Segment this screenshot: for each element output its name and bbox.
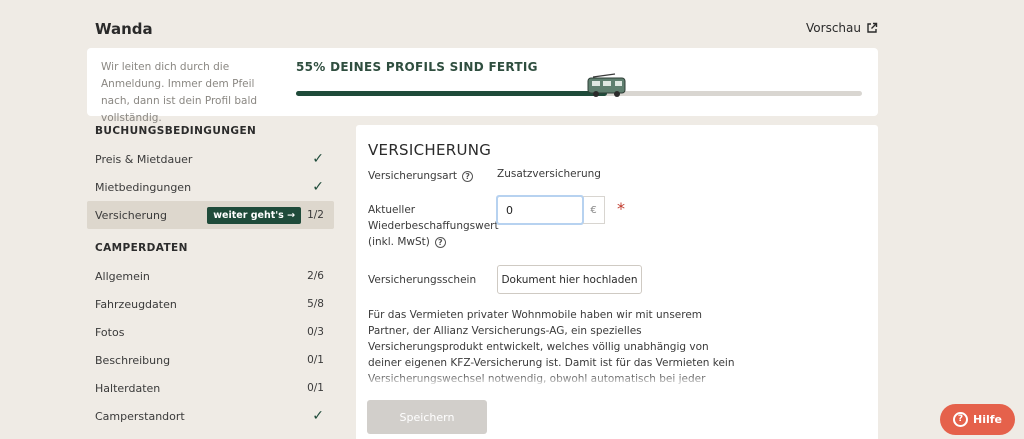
preview-label: Vorschau (806, 21, 861, 35)
save-button[interactable]: Speichern (367, 400, 487, 434)
help-icon: ? (953, 412, 968, 427)
sidebar-item-label: Versicherung (95, 208, 167, 222)
sidebar-item-halterdaten[interactable]: Halterdaten 0/1 (87, 374, 334, 402)
sidebar-item-status: 5/8 (307, 298, 324, 310)
sidebar-item-label: Fahrzeugdaten (95, 297, 177, 311)
help-label: Hilfe (973, 413, 1002, 426)
progress-count: 2/6 (307, 270, 324, 282)
sidebar-item-status: ✓ (312, 409, 324, 423)
help-button[interactable]: ? Hilfe (940, 404, 1015, 435)
progress-count: 0/3 (307, 326, 324, 338)
sidebar-item-status: 0/1 (307, 354, 324, 366)
sidebar-item-fahrzeugdaten[interactable]: Fahrzeugdaten 5/8 (87, 290, 334, 318)
preview-link[interactable]: Vorschau (806, 21, 878, 35)
replacement-value-input[interactable] (496, 195, 584, 225)
sidebar-item-mietbedingungen[interactable]: Mietbedingungen ✓ (87, 173, 334, 201)
sidebar-item-status: weiter geht's → 1/2 (207, 206, 324, 224)
sidebar-item-status: ✓ (312, 180, 324, 194)
required-indicator: * (617, 199, 625, 218)
sidebar-item-beschreibung[interactable]: Beschreibung 0/1 (87, 346, 334, 374)
camper-van-icon (587, 73, 626, 97)
progress-count: 0/1 (307, 354, 324, 366)
replacement-value-field: € (496, 195, 605, 225)
text-fade (368, 373, 740, 387)
progress-intro: Wir leiten dich durch die Anmeldung. Imm… (101, 61, 258, 124)
sidebar-item-label: Allgemein (95, 269, 150, 283)
upload-document-button[interactable]: Dokument hier hochladen (497, 265, 642, 294)
sidebar-item-status: 0/1 (307, 382, 324, 394)
sidebar-item-label: Halterdaten (95, 381, 161, 395)
replacement-label-line-2: Wiederbeschaffungswert (368, 220, 499, 232)
replacement-label-line-1: Aktueller (368, 204, 416, 216)
continue-badge[interactable]: weiter geht's → (207, 206, 302, 224)
certificate-label: Versicherungsschein (368, 274, 477, 286)
sidebar-section-title: BUCHUNGSBEDINGUNGEN (95, 125, 257, 137)
progress-title: 55% DEINES PROFILS SIND FERTIG (296, 60, 538, 74)
sidebar-item-status: 0/3 (307, 326, 324, 338)
sidebar-item-preis-mietdauer[interactable]: Preis & Mietdauer ✓ (87, 145, 334, 173)
info-icon[interactable]: ? (462, 171, 474, 182)
sidebar-item-fotos[interactable]: Fotos 0/3 (87, 318, 334, 346)
insurance-type-value: Zusatzversicherung (497, 168, 601, 180)
sidebar-nav: BUCHUNGSBEDINGUNGEN Preis & Mietdauer ✓ Mie… (87, 118, 334, 430)
progress-card: Wir leiten dich durch die Anmeldung. Imm… (87, 48, 878, 124)
progress-fill (296, 91, 608, 96)
external-link-icon (867, 22, 878, 33)
progress-track (296, 73, 862, 97)
progress-count: 5/8 (307, 298, 324, 310)
insurance-description: Für das Vermieten privater Wohnmobile ha… (368, 307, 740, 387)
sidebar-item-label: Mietbedingungen (95, 180, 192, 194)
sidebar-item-versicherung[interactable]: Versicherung weiter geht's → 1/2 (87, 201, 334, 229)
sidebar-item-label: Beschreibung (95, 353, 171, 367)
replacement-label-line-3: (inkl. MwSt) (368, 236, 430, 248)
sidebar-item-status: ✓ (312, 152, 324, 166)
top-bar: Wanda Vorschau (87, 0, 878, 48)
info-icon[interactable]: ? (434, 237, 446, 248)
section-title: VERSICHERUNG (368, 141, 492, 159)
insurance-type-label-text: Versicherungsart (368, 170, 458, 182)
sidebar-item-camperstandort[interactable]: Camperstandort ✓ (87, 402, 334, 430)
insurance-form-panel: VERSICHERUNG Versicherungsart? Zusatzver… (356, 125, 878, 439)
sidebar-item-label: Preis & Mietdauer (95, 152, 193, 166)
replacement-value-label: Aktueller Wiederbeschaffungswert (inkl. … (368, 202, 499, 250)
brand-name: Wanda (95, 20, 153, 38)
progress-count: 0/1 (307, 382, 324, 394)
sidebar-item-allgemein[interactable]: Allgemein 2/6 (87, 262, 334, 290)
insurance-type-label: Versicherungsart? (368, 168, 474, 184)
check-icon: ✓ (312, 179, 324, 195)
sidebar-section-title: CAMPERDATEN (95, 242, 188, 254)
progress-count: 1/2 (307, 209, 324, 221)
sidebar-item-status: 2/6 (307, 270, 324, 282)
sidebar-item-label: Fotos (95, 325, 125, 339)
currency-unit: € (583, 196, 605, 224)
check-icon: ✓ (312, 408, 324, 424)
check-icon: ✓ (312, 151, 324, 167)
sidebar-item-label: Camperstandort (95, 409, 185, 423)
